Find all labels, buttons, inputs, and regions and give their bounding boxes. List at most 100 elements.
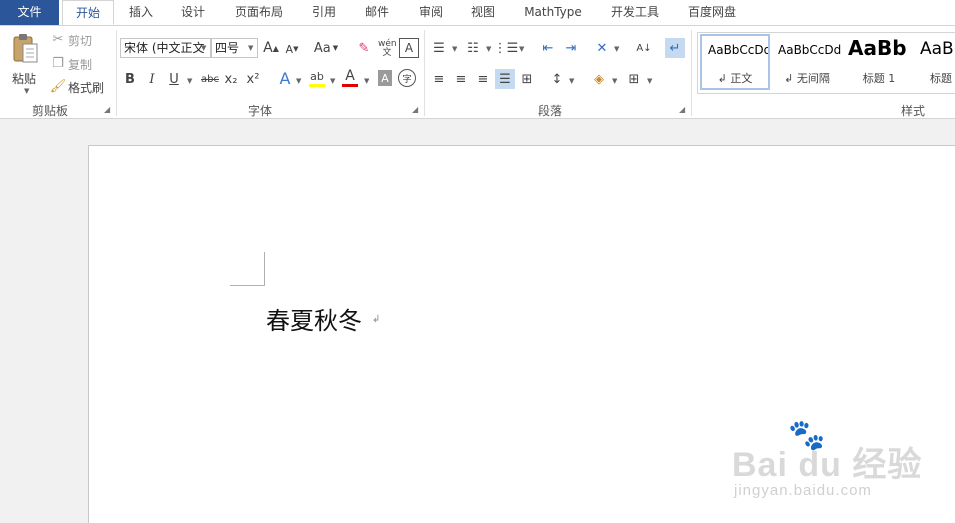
- tab-mailings[interactable]: 邮件: [354, 0, 400, 25]
- tab-page-layout[interactable]: 页面布局: [222, 0, 296, 25]
- line-spacing-dropdown-icon[interactable]: ▼: [569, 77, 574, 85]
- enclose-character-icon[interactable]: 字: [398, 69, 416, 87]
- crop-mark: [264, 252, 265, 286]
- bullets-dropdown-icon[interactable]: ▼: [452, 45, 457, 53]
- font-color-icon[interactable]: A: [342, 68, 358, 84]
- align-right-icon[interactable]: ≡: [474, 70, 492, 88]
- clear-formatting-icon[interactable]: ✎: [354, 38, 374, 58]
- clipboard-icon: [13, 34, 38, 63]
- borders-dropdown-icon[interactable]: ▼: [647, 77, 652, 85]
- style-title-name: 标题: [930, 72, 952, 85]
- superscript-label: x²: [246, 71, 260, 87]
- underline-dropdown-icon[interactable]: ▼: [187, 77, 192, 85]
- style-no-spacing[interactable]: AaBbCcDd ↲ 无间隔: [772, 34, 842, 90]
- font-name-dropdown-icon[interactable]: ▼: [201, 44, 206, 52]
- numbering-icon[interactable]: ☷: [464, 38, 482, 58]
- cut-button[interactable]: ✂ 剪切: [50, 30, 110, 49]
- align-left-icon[interactable]: ≡: [430, 70, 448, 88]
- asian-layout-dropdown-icon[interactable]: ▼: [614, 45, 619, 53]
- sort-icon[interactable]: A↓: [635, 38, 653, 58]
- bold-label: B: [125, 71, 135, 87]
- tab-review[interactable]: 审阅: [408, 0, 454, 25]
- bold-button[interactable]: B: [122, 70, 138, 88]
- paste-dropdown-icon[interactable]: ▼: [24, 87, 29, 95]
- multilevel-list-icon[interactable]: ⋮☰: [494, 38, 519, 58]
- text-effects-dropdown-icon[interactable]: ▼: [296, 77, 301, 85]
- justify-icon[interactable]: ☰: [495, 69, 515, 89]
- group-divider: [116, 30, 117, 116]
- italic-label: I: [149, 71, 155, 87]
- align-center-icon[interactable]: ≡: [452, 70, 470, 88]
- paragraph-launcher-icon[interactable]: ◢: [679, 106, 687, 114]
- tab-baidu-netdisk[interactable]: 百度网盘: [678, 0, 746, 25]
- cut-label: 剪切: [68, 34, 93, 48]
- style-heading1[interactable]: AaBb 标题 1: [844, 34, 914, 90]
- multilevel-dropdown-icon[interactable]: ▼: [519, 45, 524, 53]
- font-color-dropdown-icon[interactable]: ▼: [364, 77, 369, 85]
- tab-developer[interactable]: 开发工具: [602, 0, 668, 25]
- style-heading1-preview: AaBb: [848, 36, 907, 60]
- decrease-indent-icon[interactable]: ⇤: [539, 38, 557, 58]
- italic-button[interactable]: I: [144, 70, 160, 88]
- tab-insert[interactable]: 插入: [118, 0, 164, 25]
- subscript-button[interactable]: x₂: [223, 70, 239, 88]
- tab-mathtype[interactable]: MathType: [515, 0, 591, 25]
- tab-file[interactable]: 文件: [0, 0, 59, 25]
- font-name-combo[interactable]: 宋体 (中文正文: [120, 38, 211, 58]
- strikethrough-button[interactable]: abc: [198, 70, 222, 88]
- underline-button[interactable]: U: [166, 70, 182, 88]
- distributed-icon[interactable]: ⊞: [518, 70, 536, 88]
- increase-indent-icon[interactable]: ⇥: [562, 38, 580, 58]
- style-normal[interactable]: AaBbCcDd ↲ 正文: [700, 34, 770, 90]
- grow-font-icon[interactable]: A ▲: [262, 38, 280, 58]
- style-no-spacing-name: ↲ 无间隔: [784, 72, 830, 85]
- style-title[interactable]: AaB 标题: [916, 34, 955, 90]
- font-size-value: 四号: [215, 41, 240, 55]
- text-effects-icon[interactable]: A: [276, 68, 294, 88]
- font-color-bar: [342, 84, 358, 87]
- document-text[interactable]: 春夏秋冬: [266, 301, 362, 336]
- superscript-button[interactable]: x²: [245, 70, 261, 88]
- highlight-icon[interactable]: ab: [308, 68, 326, 84]
- baidu-jingyan-watermark: Bai du 经验: [732, 446, 923, 484]
- highlight-color-bar: [309, 84, 325, 87]
- asian-layout-icon[interactable]: ✕: [592, 38, 612, 58]
- tab-references[interactable]: 引用: [302, 0, 346, 25]
- borders-icon[interactable]: ⊞: [625, 70, 643, 88]
- phonetic-guide-icon[interactable]: wén 文: [377, 38, 397, 60]
- font-size-dropdown-icon[interactable]: ▼: [248, 44, 253, 52]
- paragraph-mark: ↲: [372, 314, 381, 325]
- font-group-label: 字体: [247, 104, 272, 118]
- crop-mark: [230, 285, 265, 286]
- underline-label: U: [169, 71, 179, 87]
- highlight-dropdown-icon[interactable]: ▼: [330, 77, 335, 85]
- subscript-label: x₂: [224, 71, 238, 87]
- character-border-icon[interactable]: A: [399, 38, 419, 58]
- bullets-icon[interactable]: ☰: [430, 38, 448, 58]
- format-painter-label: 格式刷: [68, 81, 105, 95]
- change-case-label: Aa: [313, 40, 331, 56]
- show-formatting-marks-icon[interactable]: ↵: [665, 38, 685, 58]
- tab-view[interactable]: 视图: [460, 0, 506, 25]
- style-title-preview: AaB: [920, 39, 954, 59]
- shading-bucket-icon[interactable]: ◈: [590, 70, 608, 88]
- shrink-font-icon[interactable]: A ▼: [284, 40, 300, 58]
- styles-group-label: 样式: [900, 104, 925, 118]
- clipboard-group-label: 剪贴板: [31, 104, 68, 118]
- ribbon-tab-bar: 文件 开始 插入 设计 页面布局 引用 邮件 审阅 视图 MathType 开发…: [0, 0, 955, 26]
- paste-button[interactable]: 粘贴 ▼: [8, 30, 44, 95]
- font-name-value: 宋体 (中文正文: [124, 41, 205, 55]
- change-case-button[interactable]: Aa ▼: [312, 38, 340, 58]
- character-shading-icon[interactable]: A: [378, 70, 392, 86]
- copy-icon: ❐: [52, 55, 64, 71]
- copy-label: 复制: [68, 58, 93, 72]
- clipboard-launcher-icon[interactable]: ◢: [104, 106, 112, 114]
- font-launcher-icon[interactable]: ◢: [412, 106, 420, 114]
- copy-button[interactable]: ❐ 复制: [50, 54, 110, 73]
- line-spacing-icon[interactable]: ↕: [548, 70, 566, 88]
- tab-design[interactable]: 设计: [170, 0, 216, 25]
- shading-dropdown-icon[interactable]: ▼: [612, 77, 617, 85]
- numbering-dropdown-icon[interactable]: ▼: [486, 45, 491, 53]
- format-painter-button[interactable]: 🖌 格式刷: [50, 77, 110, 96]
- tab-home[interactable]: 开始: [62, 0, 114, 25]
